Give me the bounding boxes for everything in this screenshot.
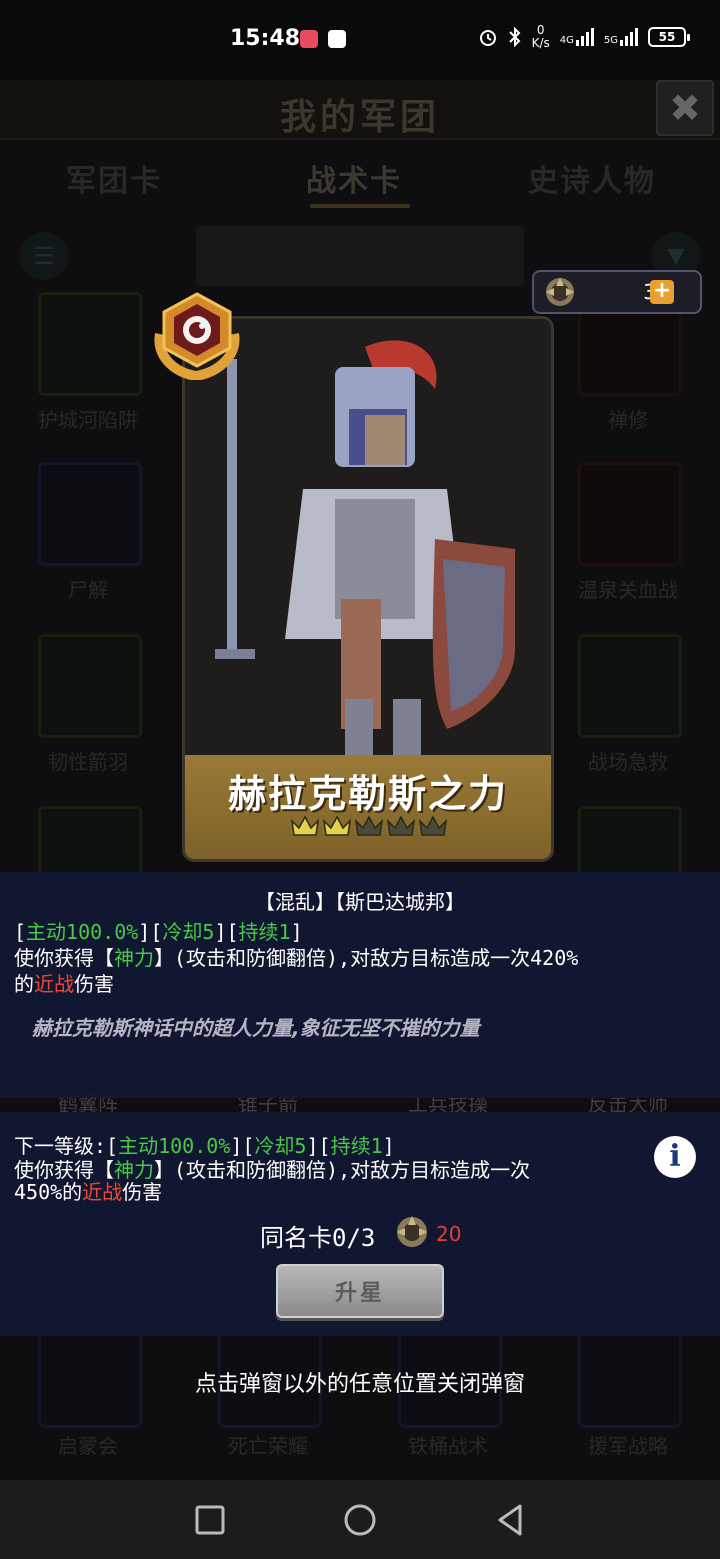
card-banner: 赫拉克勒斯之力 bbox=[185, 755, 551, 859]
active-rate: 主动100.0% bbox=[26, 920, 139, 944]
add-button[interactable]: + bbox=[650, 280, 674, 304]
card-artwork bbox=[185, 319, 551, 759]
skill-tags: [主动100.0%][冷却5][持续1] bbox=[14, 920, 303, 944]
recent-apps-icon[interactable] bbox=[190, 1500, 230, 1540]
upgrade-star-button[interactable]: 升星 bbox=[276, 1264, 444, 1318]
signal-5g: 5G bbox=[604, 28, 638, 46]
bluetooth-icon bbox=[508, 27, 520, 47]
crown-filled-icon bbox=[290, 815, 320, 836]
home-icon[interactable] bbox=[340, 1500, 380, 1540]
description-panel: 【混乱】【斯巴达城邦】 [主动100.0%][冷却5][持续1] 使你获得【神力… bbox=[0, 872, 720, 1098]
tactic-card-detail: 赫拉克勒斯之力 bbox=[182, 316, 554, 862]
alarm-icon bbox=[479, 30, 496, 46]
crown-empty-icon bbox=[418, 815, 448, 836]
back-icon[interactable] bbox=[490, 1500, 530, 1540]
emblem-icon bbox=[397, 1216, 427, 1247]
network-speed: 0 K/s bbox=[531, 23, 550, 50]
info-icon[interactable]: i bbox=[654, 1136, 696, 1178]
emblem-icon bbox=[546, 278, 574, 306]
navigation-bar bbox=[0, 1480, 720, 1559]
crown-empty-icon bbox=[354, 815, 384, 836]
signal-bars-icon bbox=[575, 28, 594, 46]
screen: 15:48 0 K/s 4G 5G 55 我的军团 ✖ 军团卡 战术卡 史诗人物… bbox=[0, 0, 720, 1559]
rarity-badge-icon bbox=[154, 292, 240, 380]
skill-effect: 使你获得【神力】(攻击和防御翻倍),对敌方目标造成一次420% bbox=[14, 946, 579, 970]
close-hint: 点击弹窗以外的任意位置关闭弹窗 bbox=[194, 1372, 525, 1397]
crown-empty-icon bbox=[386, 815, 416, 836]
next-level-effect-line2: 450%的近战伤害 bbox=[14, 1180, 163, 1204]
duplicate-card-count: 同名卡0/3 bbox=[260, 1224, 376, 1252]
crown-filled-icon bbox=[322, 815, 352, 836]
signal-bars-icon bbox=[620, 28, 638, 46]
notification-message-icon bbox=[328, 30, 346, 48]
status-icons: 0 K/s 4G 5G 55 bbox=[478, 23, 690, 50]
notification-app-icon bbox=[300, 30, 318, 48]
star-rating bbox=[290, 813, 448, 839]
signal-4g: 4G bbox=[560, 28, 594, 46]
faction-tags: 【混乱】【斯巴达城邦】 bbox=[255, 890, 465, 914]
upgrade-cost: 20 bbox=[436, 1222, 462, 1246]
flavor-text: 赫拉克勒斯神话中的超人力量,象征无坚不摧的力量 bbox=[32, 1016, 480, 1040]
duration: 持续1 bbox=[238, 920, 291, 944]
skill-effect-line2: 的近战伤害 bbox=[14, 972, 114, 996]
cooldown: 冷却5 bbox=[162, 920, 215, 944]
buff-name: 神力 bbox=[114, 946, 154, 970]
knight-illustration bbox=[185, 319, 551, 759]
card-name: 赫拉克勒斯之力 bbox=[227, 772, 508, 816]
battery-icon: 55 bbox=[648, 27, 690, 47]
next-level-panel: 下一等级:[主动100.0%][冷却5][持续1] 使你获得【神力】(攻击和防御… bbox=[0, 1112, 720, 1336]
damage-type: 近战 bbox=[34, 972, 74, 996]
card-count-widget: 3 + bbox=[532, 270, 702, 314]
clock: 15:48 bbox=[230, 26, 301, 51]
status-bar: 15:48 0 K/s 4G 5G 55 bbox=[0, 0, 720, 80]
